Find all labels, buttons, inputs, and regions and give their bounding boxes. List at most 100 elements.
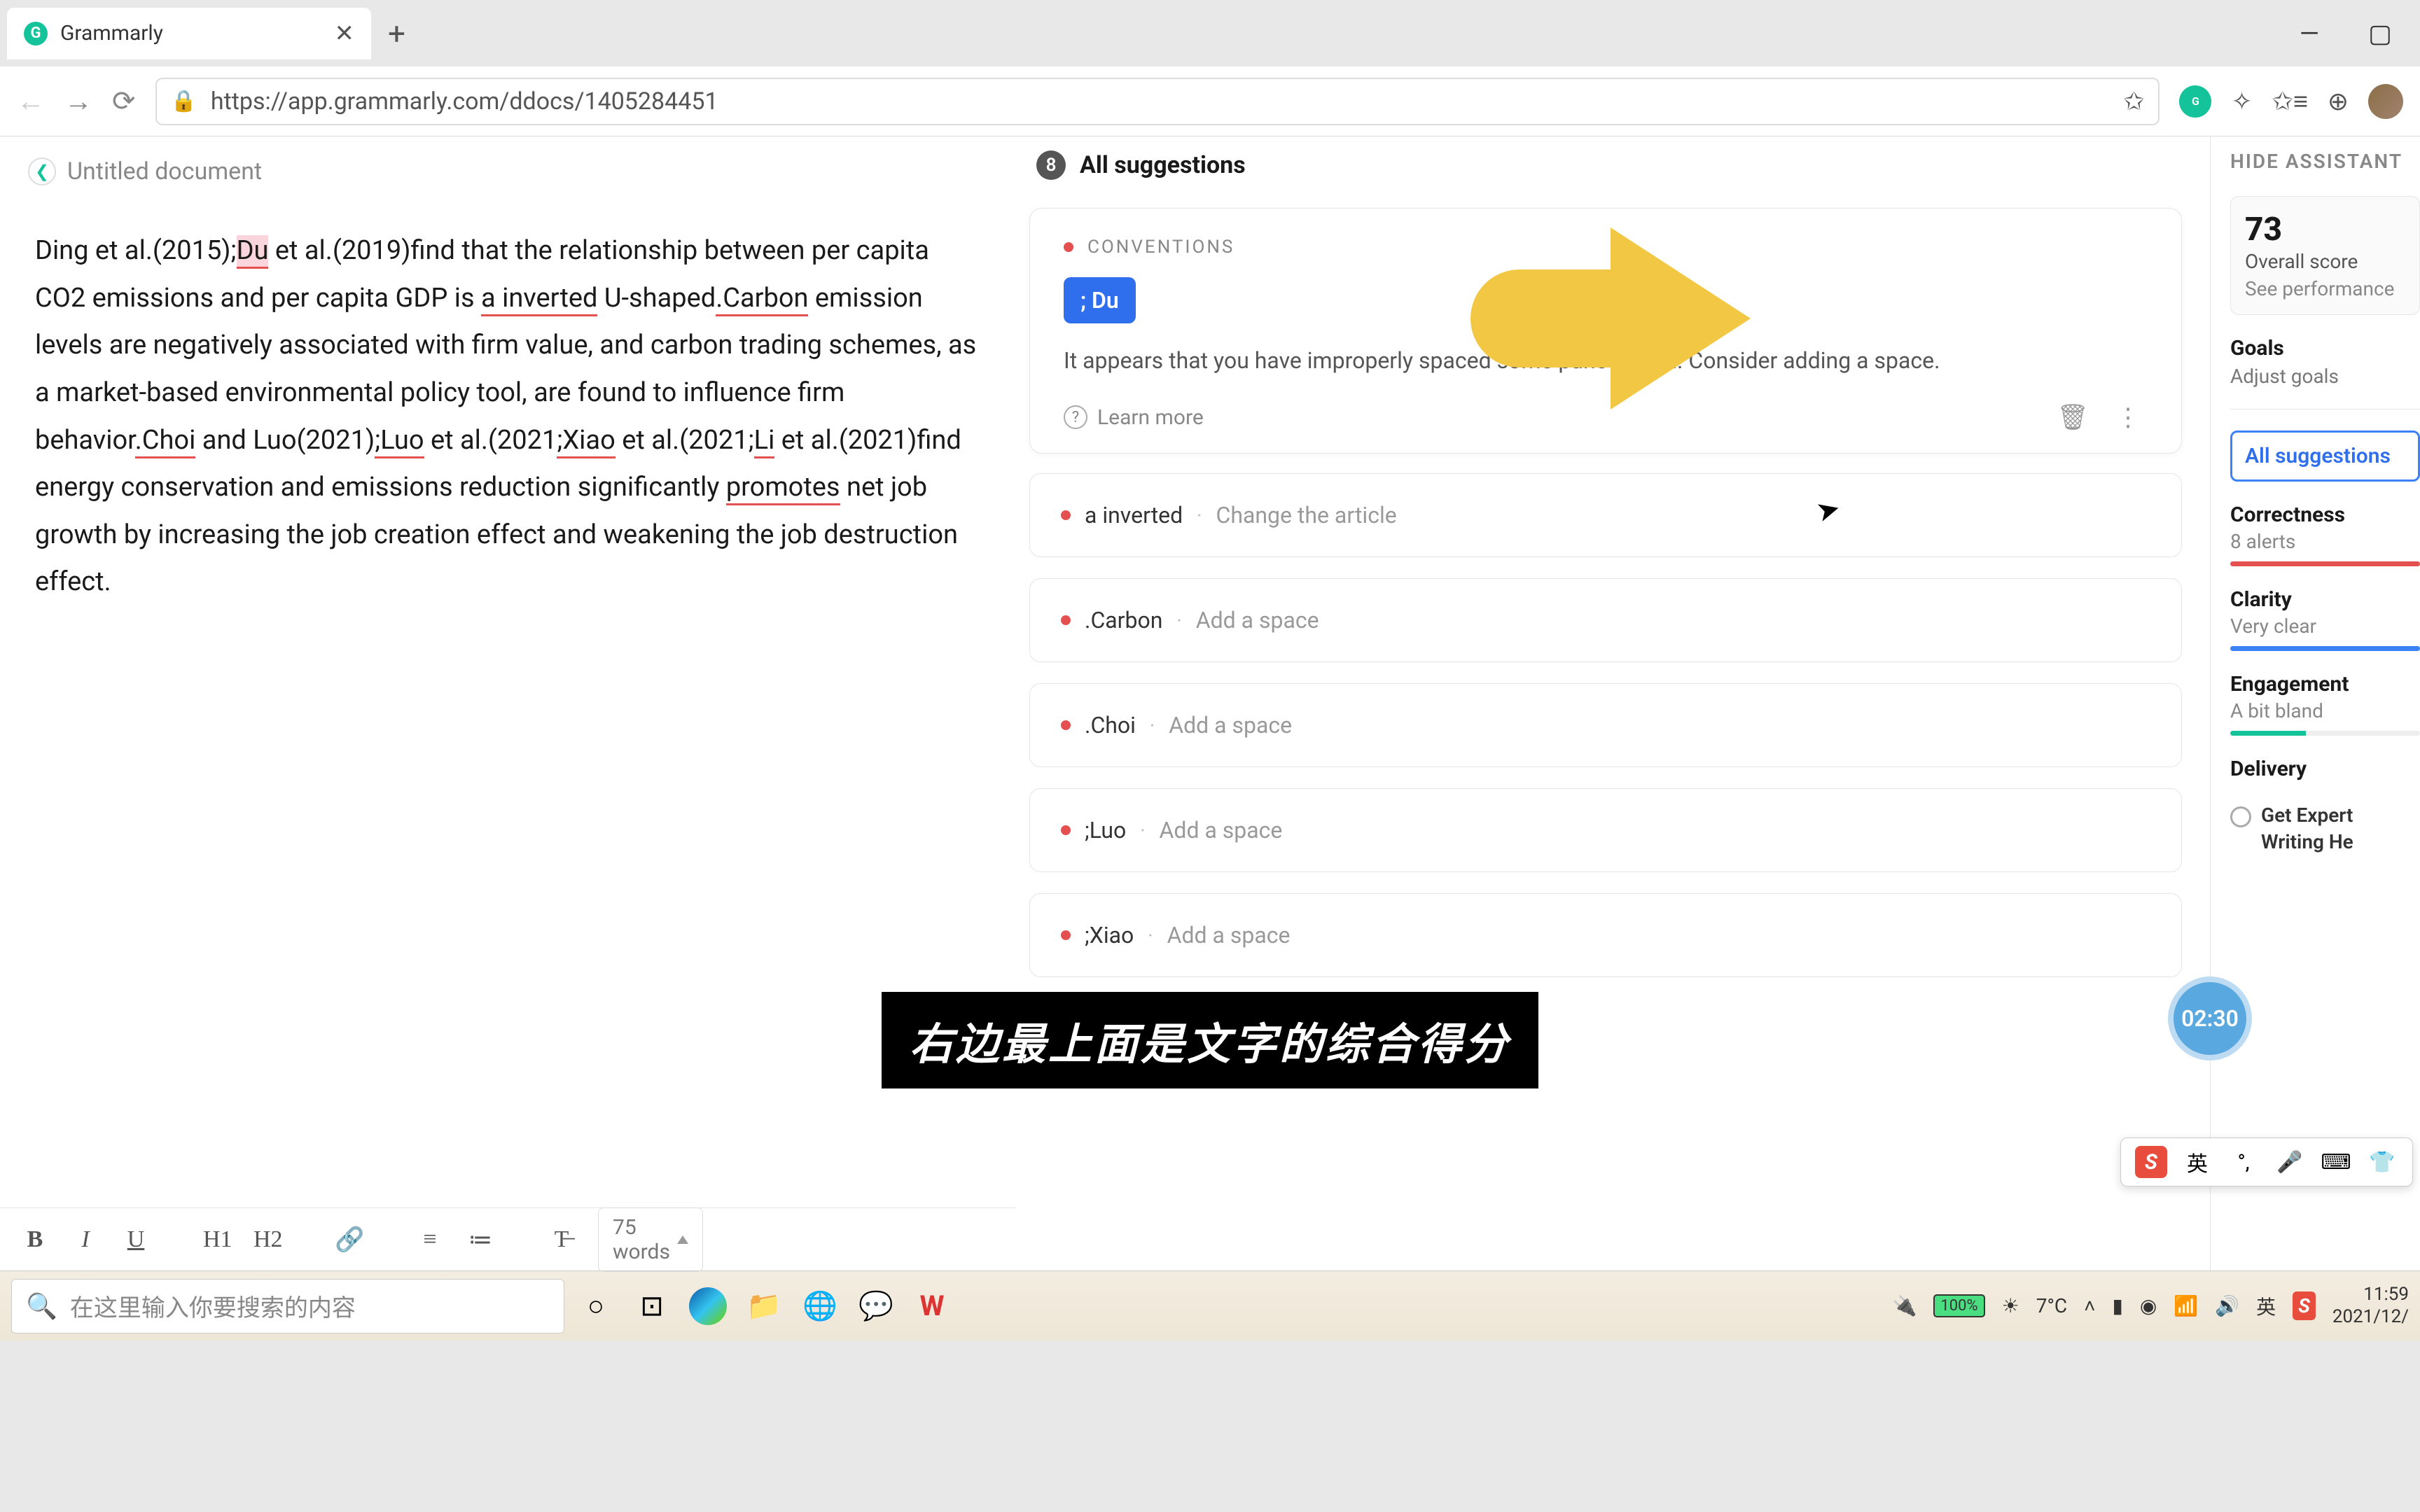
error-underline-carbon[interactable]: .Carbon bbox=[716, 283, 808, 316]
window-maximize-button[interactable]: ▢ bbox=[2368, 19, 2392, 48]
suggestion-action: Add a space bbox=[1167, 922, 1291, 948]
system-tray[interactable]: 🔌 100% ☀ 7°C ˄ ▮ ◉ 📶 🔊 英 S 11:59 2021/12… bbox=[1893, 1284, 2409, 1327]
profile-avatar[interactable] bbox=[2368, 84, 2403, 119]
sogou-tray-icon[interactable]: S bbox=[2293, 1292, 2316, 1320]
browser-tab[interactable]: G Grammarly ✕ bbox=[7, 8, 371, 59]
window-minimize-button[interactable]: — bbox=[2300, 19, 2319, 48]
favorite-star-icon[interactable]: ✩ bbox=[2123, 87, 2144, 116]
nav-refresh-button[interactable]: ⟳ bbox=[112, 85, 136, 118]
power-icon[interactable]: 🔌 bbox=[1893, 1294, 1917, 1317]
suggestion-card[interactable]: ;Xiao · Add a space bbox=[1029, 893, 2182, 977]
suggestion-count-badge: 8 bbox=[1036, 150, 1066, 180]
address-bar[interactable]: 🔒 https://app.grammarly.com/ddocs/140528… bbox=[155, 78, 2160, 125]
grammarly-extension-icon[interactable]: G bbox=[2179, 85, 2211, 118]
clock[interactable]: 11:59 2021/12/ bbox=[2332, 1284, 2409, 1327]
h1-button[interactable]: H1 bbox=[203, 1226, 231, 1253]
error-highlight-du[interactable]: Du bbox=[237, 235, 269, 269]
tray-app-icon[interactable]: ▮ bbox=[2113, 1294, 2123, 1317]
ordered-list-button[interactable]: ≡ bbox=[416, 1226, 444, 1253]
suggestion-card[interactable]: .Carbon · Add a space bbox=[1029, 578, 2182, 662]
document-body[interactable]: Ding et al.(2015);Du et al.(2019)find th… bbox=[28, 227, 987, 606]
separator-dot: · bbox=[1140, 819, 1145, 842]
suggestion-card[interactable]: ;Luo · Add a space bbox=[1029, 788, 2182, 872]
browser-icon[interactable]: 🌐 bbox=[795, 1282, 844, 1331]
search-placeholder: 在这里输入你要搜索的内容 bbox=[70, 1289, 356, 1323]
document-title[interactable]: Untitled document bbox=[67, 158, 262, 186]
ime-lang[interactable]: 英 bbox=[2181, 1146, 2213, 1178]
goals-subtitle: Adjust goals bbox=[2230, 365, 2420, 388]
suggestion-term: ;Luo bbox=[1085, 817, 1126, 844]
clear-format-button[interactable]: T̶ bbox=[548, 1226, 576, 1253]
collections-icon[interactable]: ⊕ bbox=[2328, 87, 2349, 116]
error-underline-a-inverted[interactable]: a inverted bbox=[481, 283, 597, 316]
nav-back-button[interactable]: ← bbox=[17, 85, 45, 118]
trash-icon[interactable]: 🗑 bbox=[2050, 402, 2096, 432]
suggestion-card[interactable]: .Choi · Add a space bbox=[1029, 683, 2182, 767]
edge-browser-icon[interactable] bbox=[683, 1282, 732, 1331]
wechat-icon[interactable]: 💬 bbox=[851, 1282, 900, 1331]
ime-lang-tray[interactable]: 英 bbox=[2256, 1292, 2276, 1320]
overall-score-value: 73 bbox=[2245, 211, 2405, 248]
suggestion-card-expanded[interactable]: CONVENTIONS ; Du It appears that you hav… bbox=[1029, 208, 2182, 454]
weather-icon[interactable]: ☀ bbox=[2002, 1294, 2019, 1317]
more-icon[interactable]: ⋮ bbox=[2108, 402, 2148, 432]
keyboard-icon[interactable]: ⌨ bbox=[2320, 1146, 2352, 1178]
unordered-list-button[interactable]: ≔ bbox=[466, 1226, 494, 1254]
nav-forward-button[interactable]: → bbox=[64, 85, 92, 118]
error-underline-xiao[interactable]: ;Xiao bbox=[557, 425, 615, 458]
learn-more-link[interactable]: ? Learn more bbox=[1064, 405, 1204, 430]
battery-status[interactable]: 100% bbox=[1933, 1294, 1984, 1317]
see-performance-link[interactable]: See performance bbox=[2245, 277, 2405, 300]
metric-title: Clarity bbox=[2230, 587, 2420, 612]
metric-subtitle: A bit bland bbox=[2230, 699, 2420, 722]
overall-score-box[interactable]: 73 Overall score See performance bbox=[2230, 196, 2420, 315]
hide-assistant-button[interactable]: HIDE ASSISTANT bbox=[2230, 148, 2420, 175]
subtitle-overlay: 右边最上面是文字的综合得分 bbox=[882, 992, 1538, 1088]
metric-delivery[interactable]: Delivery bbox=[2230, 757, 2420, 781]
suggestion-card[interactable]: a inverted · Change the article bbox=[1029, 473, 2182, 557]
word-count[interactable]: 75 words bbox=[598, 1208, 703, 1272]
volume-icon[interactable]: 🔊 bbox=[2215, 1294, 2239, 1317]
text-segment: et al.(2021; bbox=[616, 425, 754, 456]
suggestion-term: .Choi bbox=[1085, 712, 1136, 738]
taskbar-search[interactable]: 🔍 在这里输入你要搜索的内容 bbox=[11, 1279, 564, 1334]
extensions-icon[interactable]: ✧ bbox=[2231, 87, 2252, 116]
ime-toolbar[interactable]: S 英 °, 🎤 ⌨ 👕 bbox=[2120, 1138, 2413, 1186]
error-underline-li[interactable]: Li bbox=[754, 425, 775, 458]
goals-box[interactable]: Goals Adjust goals bbox=[2230, 336, 2420, 388]
sogou-icon[interactable]: S bbox=[2135, 1146, 2167, 1178]
error-underline-choi[interactable]: .Choi bbox=[135, 425, 196, 458]
url-text: https://app.grammarly.com/ddocs/14052844… bbox=[211, 88, 2109, 115]
mic-icon[interactable]: 🎤 bbox=[2274, 1146, 2306, 1178]
weather-temp: 7°C bbox=[2036, 1294, 2067, 1317]
h2-button[interactable]: H2 bbox=[253, 1226, 281, 1253]
all-suggestions-button[interactable]: All suggestions bbox=[2230, 430, 2420, 482]
italic-button[interactable]: I bbox=[71, 1226, 99, 1253]
wifi-icon[interactable]: 📶 bbox=[2174, 1294, 2198, 1317]
bold-button[interactable]: B bbox=[21, 1226, 49, 1253]
ime-punct[interactable]: °, bbox=[2227, 1146, 2260, 1178]
back-button[interactable]: ❮ bbox=[28, 158, 56, 186]
chevron-up-icon bbox=[677, 1236, 688, 1244]
skin-icon[interactable]: 👕 bbox=[2366, 1146, 2398, 1178]
metric-engagement[interactable]: Engagement A bit bland bbox=[2230, 672, 2420, 736]
new-tab-button[interactable]: + bbox=[388, 15, 405, 52]
metric-clarity[interactable]: Clarity Very clear bbox=[2230, 587, 2420, 651]
fix-chip[interactable]: ; Du bbox=[1064, 277, 1136, 323]
underline-button[interactable]: U bbox=[122, 1226, 150, 1253]
error-underline-promotes[interactable]: promotes bbox=[726, 472, 840, 505]
suggestion-action: Add a space bbox=[1169, 712, 1292, 738]
expert-writing-help[interactable]: Get Expert Writing He bbox=[2230, 802, 2420, 855]
tray-app-icon[interactable]: ◉ bbox=[2140, 1294, 2157, 1317]
metric-correctness[interactable]: Correctness 8 alerts bbox=[2230, 503, 2420, 566]
chevron-up-icon[interactable]: ˄ bbox=[2084, 1294, 2095, 1317]
favorites-icon[interactable]: ✩≡ bbox=[2272, 87, 2308, 116]
tab-close-icon[interactable]: ✕ bbox=[335, 20, 355, 48]
file-explorer-icon[interactable]: 📁 bbox=[739, 1282, 788, 1331]
link-button[interactable]: 🔗 bbox=[335, 1226, 363, 1254]
error-underline-luo[interactable]: ;Luo bbox=[375, 425, 424, 458]
cortana-icon[interactable]: ○ bbox=[571, 1282, 620, 1331]
task-view-icon[interactable]: ⊡ bbox=[627, 1282, 676, 1331]
separator-dot: · bbox=[1150, 714, 1155, 737]
wps-icon[interactable]: W bbox=[908, 1282, 957, 1331]
